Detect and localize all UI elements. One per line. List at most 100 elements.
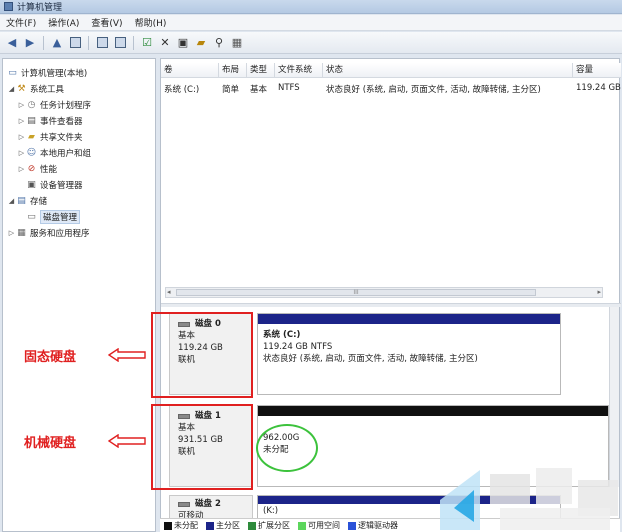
column-header-type[interactable]: 类型 [247,63,275,77]
legend-swatch [206,521,214,530]
tree-item-services-apps[interactable]: ▷ ▦ 服务和应用程序 [3,225,155,241]
column-header-layout[interactable]: 布局 [219,63,247,77]
collapsed-triangle-icon[interactable]: ▷ [17,165,26,173]
tree-item-performance[interactable]: ▷ ⊘ 性能 [3,161,155,177]
column-header-volume[interactable]: 卷 [161,63,219,77]
toolbar-separator [88,35,89,50]
disk-drive-icon [178,501,190,507]
help-icon[interactable] [94,35,110,51]
performance-icon: ⊘ [27,164,36,174]
legend-item: 扩展分区 [248,520,290,531]
collapsed-triangle-icon[interactable]: ▷ [7,229,16,237]
pane-splitter[interactable] [161,303,621,307]
menu-action[interactable]: 操作(A) [48,16,79,29]
check-icon[interactable]: ☑ [139,35,155,51]
open-folder-icon[interactable]: ▰ [193,35,209,51]
disk-name: 磁盘 2 [195,499,221,509]
forward-arrow-icon[interactable]: ▶ [22,35,38,51]
collapsed-triangle-icon[interactable]: ▷ [17,133,26,141]
collapsed-triangle-icon[interactable]: ▷ [17,101,26,109]
volume-layout: 简单 [222,85,240,95]
up-folder-icon[interactable]: ▲ [49,35,65,51]
partition-name: 系统 (C:) [263,330,301,340]
menu-help[interactable]: 帮助(H) [135,16,167,29]
tree-item-system-tools[interactable]: ◢ ⚒ 系统工具 [3,81,155,97]
tree-label: 共享文件夹 [40,133,83,143]
legend-item: 逻辑驱动器 [348,520,398,531]
primary-partition-bar [258,314,560,324]
expanded-triangle-icon[interactable]: ◢ [7,85,16,93]
scroll-right-icon[interactable]: ▸ [597,288,601,296]
back-arrow-icon[interactable]: ◀ [4,35,20,51]
legend-item: 可用空间 [298,520,340,531]
legend-item: 主分区 [206,520,240,531]
legend-swatch [348,521,356,530]
ssd-pointer-arrow-icon [108,348,146,362]
partition-size: 119.24 GB NTFS [263,342,333,352]
event-log-icon: ▤ [27,116,36,126]
volume-status: 状态良好 (系统, 启动, 页面文件, 活动, 故障转储, 主分区) [326,85,541,95]
tree-item-storage[interactable]: ◢ ▤ 存储 [3,193,155,209]
delete-x-icon[interactable]: ✕ [157,35,173,51]
column-header-capacity[interactable]: 容量 [573,63,621,77]
toolbar-separator [133,35,134,50]
properties-icon[interactable] [112,35,128,51]
disk-icon[interactable]: ▣ [175,35,191,51]
tree-label: 服务和应用程序 [30,229,90,239]
users-icon: ☺ [26,148,37,158]
tools-icon: ⚒ [17,84,26,94]
collapsed-triangle-icon[interactable]: ▷ [17,149,26,157]
hdd-highlight-box [151,404,253,490]
table-row[interactable]: 系统 (C:) 简单 基本 NTFS 状态良好 (系统, 启动, 页面文件, 活… [161,83,621,97]
column-header-filesystem[interactable]: 文件系统 [275,63,323,77]
expanded-triangle-icon[interactable]: ◢ [7,197,16,205]
legend-swatch [248,521,256,530]
scroll-left-icon[interactable]: ◂ [167,288,171,296]
scrollbar-thumb[interactable]: III [176,289,536,296]
toolbar: ◀ ▶ ▲ ☑ ✕ ▣ ▰ ⚲ ▦ [0,32,622,54]
tree-label: 性能 [40,165,58,175]
services-icon: ▦ [17,228,26,238]
tree-label: 任务计划程序 [40,101,92,111]
tree-label: 事件查看器 [40,117,83,127]
shared-folder-icon: ▰ [28,132,35,142]
legend-item: 未分配 [164,520,198,531]
partition-c[interactable]: 系统 (C:) 119.24 GB NTFS 状态良好 (系统, 启动, 页面文… [257,313,561,395]
tree-item-event-viewer[interactable]: ▷ ▤ 事件查看器 [3,113,155,129]
window-title: 计算机管理 [17,3,63,13]
show-hide-tree-icon[interactable] [67,35,83,51]
search-icon[interactable]: ⚲ [211,35,227,51]
clock-icon: ◷ [27,100,36,110]
volume-capacity: 119.24 GB [576,83,621,93]
tree-item-device-manager[interactable]: ▣ 设备管理器 [3,177,155,193]
menu-file[interactable]: 文件(F) [6,16,36,29]
collapsed-triangle-icon[interactable]: ▷ [17,117,26,125]
tree-label: 存储 [30,197,48,207]
tree-item-disk-management[interactable]: ▭ 磁盘管理 [3,209,155,225]
tree-label: 系统工具 [30,85,65,95]
horizontal-scrollbar[interactable]: ◂ III ▸ [165,287,603,298]
hdd-pointer-arrow-icon [108,434,146,448]
tree-label: 磁盘管理 [40,210,81,224]
tree-item-local-users[interactable]: ▷ ☺ 本地用户和组 [3,145,155,161]
unallocated-highlight-circle [256,424,318,472]
tree-item-computer-management[interactable]: ▭ 计算机管理(本地) [3,65,155,81]
watermark-logo-icon [440,468,618,530]
toolbar-separator [43,35,44,50]
column-header-status[interactable]: 状态 [323,63,573,77]
tree-item-task-scheduler[interactable]: ▷ ◷ 任务计划程序 [3,97,155,113]
menu-bar: 文件(F) 操作(A) 查看(V) 帮助(H) [0,15,622,31]
title-bar: 计算机管理 [0,0,622,14]
ssd-highlight-box [151,312,253,398]
tree-label: 本地用户和组 [40,149,92,159]
ssd-annotation: 固态硬盘 [24,350,77,365]
menu-view[interactable]: 查看(V) [91,16,122,29]
volume-table-header: 卷 布局 类型 文件系统 状态 容量 [161,63,621,78]
legend-swatch [164,521,172,530]
storage-icon: ▤ [17,196,26,206]
computer-icon: ▭ [8,68,17,78]
unallocated-bar [258,406,608,416]
tree-item-shared-folders[interactable]: ▷ ▰ 共享文件夹 [3,129,155,145]
settings-icon[interactable]: ▦ [229,35,245,51]
navigation-tree: ▭ 计算机管理(本地) ◢ ⚒ 系统工具 ▷ ◷ 任务计划程序 ▷ ▤ 事件查看… [2,58,156,532]
